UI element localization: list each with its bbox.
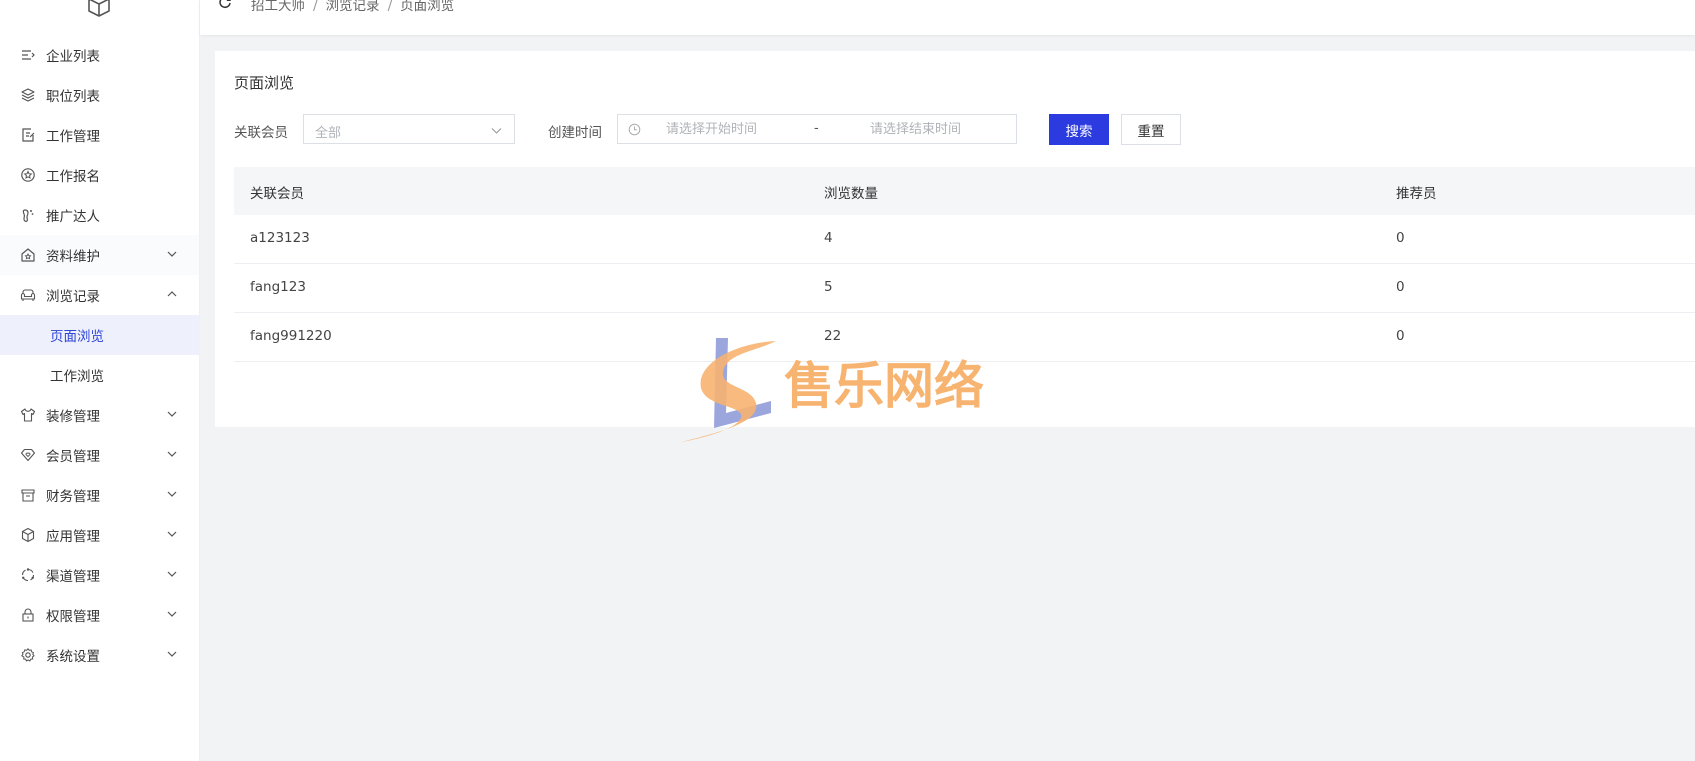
breadcrumb-separator: / (313, 0, 318, 14)
list-icon (22, 50, 35, 60)
sidebar-item-label: 企业列表 (46, 49, 100, 65)
chevron-down-icon (167, 491, 177, 497)
chevron-down-icon (167, 611, 177, 617)
refresh-icon[interactable] (218, 0, 232, 9)
end-time-input[interactable] (870, 122, 990, 137)
column-header-referrer: 推荐员 (1396, 186, 1437, 202)
sofa-icon (20, 289, 36, 301)
cell-views: 5 (824, 279, 833, 295)
cell-member: fang123 (250, 279, 306, 295)
sidebar-item-label: 推广达人 (46, 209, 100, 225)
watermark-text: 售乐网络 (784, 357, 984, 415)
sidebar-item-enterprise-list[interactable]: 企业列表 (0, 35, 199, 75)
sidebar-item-label: 装修管理 (46, 409, 100, 425)
layers-icon (21, 88, 35, 102)
chevron-down-icon (167, 571, 177, 577)
sidebar-item-member-management[interactable]: 会员管理 (0, 435, 199, 475)
chevron-up-icon (167, 291, 177, 297)
footprint-icon (22, 209, 34, 222)
start-time-input[interactable] (666, 122, 786, 137)
sidebar-item-browse-records[interactable]: 浏览记录 (0, 275, 199, 315)
sidebar-item-system-settings[interactable]: 系统设置 (0, 635, 199, 675)
sidebar-item-promoters[interactable]: 推广达人 (0, 195, 199, 235)
diamond-heart-icon (20, 448, 36, 462)
sidebar-item-label: 职位列表 (46, 89, 100, 105)
chevron-down-icon (167, 651, 177, 657)
reset-button[interactable]: 重置 (1121, 114, 1181, 145)
cell-referrer: 0 (1396, 230, 1405, 246)
sidebar-item-work-management[interactable]: 工作管理 (0, 115, 199, 155)
table-header: 关联会员 浏览数量 推荐员 (234, 167, 1695, 215)
clothes-icon (20, 408, 36, 422)
chevron-down-icon (167, 451, 177, 457)
clock-icon (628, 123, 641, 136)
member-filter-label: 关联会员 (234, 125, 288, 141)
cell-member: fang991220 (250, 328, 332, 344)
sidebar-item-permission-management[interactable]: 权限管理 (0, 595, 199, 635)
sidebar-item-label: 财务管理 (46, 489, 100, 505)
date-range-separator: - (814, 121, 819, 136)
sidebar: 企业列表 职位列表 工作管理 工作报名 推广达人 资料维护 浏览记录 页面浏览 … (0, 0, 200, 761)
chevron-down-icon (167, 411, 177, 417)
table-row: fang123 5 0 (234, 264, 1695, 313)
date-range-picker[interactable]: - (617, 114, 1017, 144)
cube-logo-icon (88, 0, 110, 17)
search-button[interactable]: 搜索 (1049, 114, 1109, 145)
star-badge-icon (21, 168, 35, 182)
home-star-icon (21, 248, 35, 262)
lock-icon (22, 608, 34, 622)
sidebar-item-label: 资料维护 (46, 249, 100, 265)
sidebar-subitem-label: 页面浏览 (50, 329, 104, 345)
sidebar-item-decoration[interactable]: 装修管理 (0, 395, 199, 435)
time-filter-label: 创建时间 (548, 125, 602, 141)
cell-referrer: 0 (1396, 328, 1405, 344)
sidebar-item-label: 工作报名 (46, 169, 100, 185)
cell-referrer: 0 (1396, 279, 1405, 295)
sidebar-menu: 企业列表 职位列表 工作管理 工作报名 推广达人 资料维护 浏览记录 页面浏览 … (0, 35, 199, 675)
sidebar-subitem-page-browse[interactable]: 页面浏览 (0, 315, 199, 355)
cell-member: a123123 (250, 230, 310, 246)
watermark-logo: 售乐网络 (678, 338, 984, 443)
sidebar-item-label: 会员管理 (46, 449, 100, 465)
sidebar-item-label: 工作管理 (46, 129, 100, 145)
gear-icon (21, 648, 35, 662)
chevron-down-icon (167, 531, 177, 537)
sidebar-item-label: 应用管理 (46, 529, 100, 545)
sidebar-item-channel-management[interactable]: 渠道管理 (0, 555, 199, 595)
sidebar-item-finance-management[interactable]: 财务管理 (0, 475, 199, 515)
sidebar-item-data-maintenance[interactable]: 资料维护 (0, 235, 199, 275)
chevron-down-icon (491, 128, 502, 134)
member-select[interactable]: 全部 (303, 114, 515, 144)
sidebar-subitem-label: 工作浏览 (50, 369, 104, 385)
cycle-icon (21, 568, 35, 582)
column-header-views: 浏览数量 (824, 186, 878, 202)
page-title: 页面浏览 (234, 74, 295, 92)
breadcrumb-item-home[interactable]: 招工大师 (251, 0, 305, 14)
sidebar-subitem-work-browse[interactable]: 工作浏览 (0, 355, 199, 395)
breadcrumb: 招工大师 / 浏览记录 / 页面浏览 (251, 0, 454, 14)
sidebar-item-label: 系统设置 (46, 649, 100, 665)
column-header-member: 关联会员 (250, 186, 304, 202)
sidebar-item-label: 浏览记录 (46, 289, 100, 305)
cube-icon (21, 527, 35, 543)
wallet-icon (21, 489, 35, 502)
table-row: a123123 4 0 (234, 215, 1695, 264)
edit-document-icon (22, 128, 35, 142)
sidebar-item-label: 渠道管理 (46, 569, 100, 585)
sidebar-item-position-list[interactable]: 职位列表 (0, 75, 199, 115)
breadcrumb-item-browse-records[interactable]: 浏览记录 (326, 0, 380, 14)
breadcrumb-item-current: 页面浏览 (400, 0, 455, 14)
chevron-down-icon (167, 251, 177, 257)
member-select-value: 全部 (315, 126, 342, 141)
sidebar-item-label: 权限管理 (46, 609, 100, 625)
breadcrumb-separator: / (387, 0, 393, 14)
cell-views: 4 (824, 230, 833, 246)
sidebar-item-work-signup[interactable]: 工作报名 (0, 155, 199, 195)
sidebar-item-app-management[interactable]: 应用管理 (0, 515, 199, 555)
